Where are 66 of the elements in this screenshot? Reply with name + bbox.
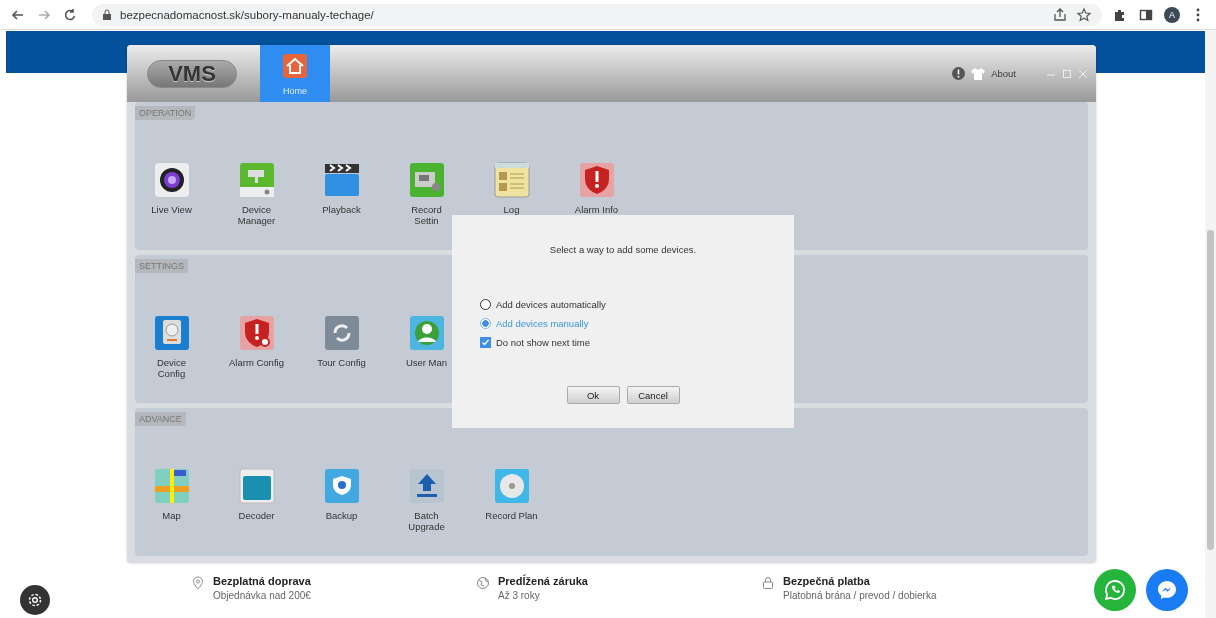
shield-icon (578, 162, 615, 198)
module-label[interactable]: Backup (325, 510, 358, 521)
settings-icon (26, 591, 44, 609)
user-icon (408, 315, 445, 351)
monitor-icon (238, 468, 275, 504)
module-label[interactable]: Tour Config (317, 357, 366, 368)
cancel-button[interactable]: Cancel (626, 386, 680, 404)
module-label[interactable]: Record Settin (411, 204, 442, 226)
profile-avatar[interactable]: A (1164, 6, 1180, 23)
feature-subtitle: Až 3 roky (498, 590, 541, 601)
about-link[interactable]: About (991, 68, 1016, 79)
url-text: bezpecnadomacnost.sk/subory-manualy-techage/ (120, 8, 374, 21)
checkbox-label[interactable]: Do not show next time (496, 337, 590, 348)
checkbox[interactable] (480, 337, 491, 348)
shield-gear-icon (238, 315, 275, 351)
chat-bubble-icon (1155, 578, 1179, 602)
share-icon[interactable] (1052, 6, 1068, 23)
scrollbar[interactable] (1205, 30, 1216, 618)
feature-subtitle: Platobná brána / prevod / dobierka (783, 590, 937, 601)
vms-logo: VMS (147, 59, 237, 88)
module-label[interactable]: Alarm Info (574, 204, 619, 215)
upload-icon (408, 468, 445, 504)
alert-icon[interactable] (952, 67, 966, 80)
map-icon (153, 468, 190, 504)
globe-icon (476, 576, 490, 590)
option-label[interactable]: Add devices automatically (496, 299, 606, 310)
document-icon (493, 162, 530, 198)
dialog-message: Select a way to add some devices. (548, 244, 698, 255)
lock-icon (102, 8, 112, 21)
ok-button[interactable]: Ok (566, 386, 620, 404)
module-label[interactable]: Alarm Config (229, 357, 284, 368)
hard-drive-icon (153, 315, 190, 351)
module-label[interactable]: Map (162, 510, 181, 521)
whatsapp-button[interactable] (1094, 569, 1136, 611)
feature-title: Predĺžená záruka (498, 575, 588, 587)
reload-icon[interactable] (62, 6, 78, 23)
module-label[interactable]: Device Config (156, 357, 186, 379)
shield-badge-icon (323, 468, 360, 504)
feature-title: Bezpečná platba (783, 575, 871, 587)
module-label[interactable]: User Man (405, 357, 448, 368)
lock-icon (761, 576, 775, 590)
radio-button[interactable] (480, 318, 491, 329)
location-pin-icon (191, 576, 205, 590)
module-label[interactable]: Batch Upgrade (408, 510, 445, 532)
module-label[interactable]: Record Plan (485, 510, 538, 521)
phone-bubble-icon (1103, 578, 1127, 602)
refresh-icon (323, 315, 360, 351)
feature-title: Bezplatná doprava (213, 575, 311, 587)
clapperboard-icon (323, 162, 360, 198)
module-label[interactable]: Device Manager (237, 204, 276, 226)
feature-subtitle: Objednávka nad 200€ (213, 590, 311, 601)
module-label[interactable]: Log (503, 204, 520, 215)
messenger-button[interactable] (1146, 569, 1188, 611)
module-label[interactable]: Decoder (238, 510, 275, 521)
address-bar[interactable]: bezpecnadomacnost.sk/subory-manualy-techage/ (92, 3, 1102, 26)
lens-icon (153, 162, 190, 198)
star-icon[interactable] (1076, 6, 1092, 23)
recorder-icon (408, 162, 445, 198)
section-title: SETTINGS (135, 259, 188, 273)
house-icon (283, 54, 307, 78)
settings-button[interactable] (20, 585, 50, 615)
section-title: ADVANCE (135, 412, 186, 426)
section-title: OPERATION (135, 106, 196, 120)
module-label[interactable]: Playback (322, 204, 361, 215)
module-label[interactable]: Live View (151, 204, 192, 215)
radio-button[interactable] (480, 299, 491, 310)
